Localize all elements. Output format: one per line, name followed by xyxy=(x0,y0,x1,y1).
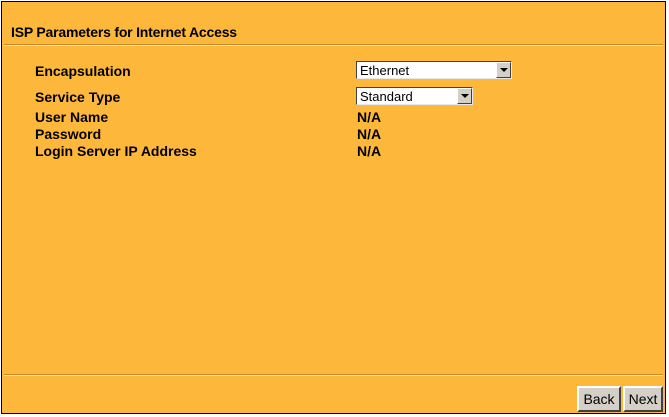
back-button[interactable]: Back xyxy=(577,386,621,412)
next-button[interactable]: Next xyxy=(623,386,663,412)
wizard-panel: ISP Parameters for Internet Access Encap… xyxy=(1,1,666,414)
footer-divider xyxy=(4,374,663,376)
encapsulation-selected-value: Ethernet xyxy=(360,63,410,78)
title-divider xyxy=(4,44,663,46)
encapsulation-select[interactable]: Ethernet xyxy=(356,61,512,79)
login-server-ip-value: N/A xyxy=(357,143,382,159)
page-title: ISP Parameters for Internet Access xyxy=(11,24,237,40)
service-type-selected-value: Standard xyxy=(360,89,413,104)
service-type-label: Service Type xyxy=(35,89,121,105)
chevron-down-icon[interactable] xyxy=(496,62,511,78)
user-name-value: N/A xyxy=(357,109,382,125)
encapsulation-label: Encapsulation xyxy=(35,63,131,79)
password-value: N/A xyxy=(357,126,382,142)
chevron-down-icon[interactable] xyxy=(457,88,472,104)
service-type-select[interactable]: Standard xyxy=(356,87,473,105)
user-name-label: User Name xyxy=(35,109,109,125)
password-label: Password xyxy=(35,126,102,142)
login-server-ip-label: Login Server IP Address xyxy=(35,143,197,159)
